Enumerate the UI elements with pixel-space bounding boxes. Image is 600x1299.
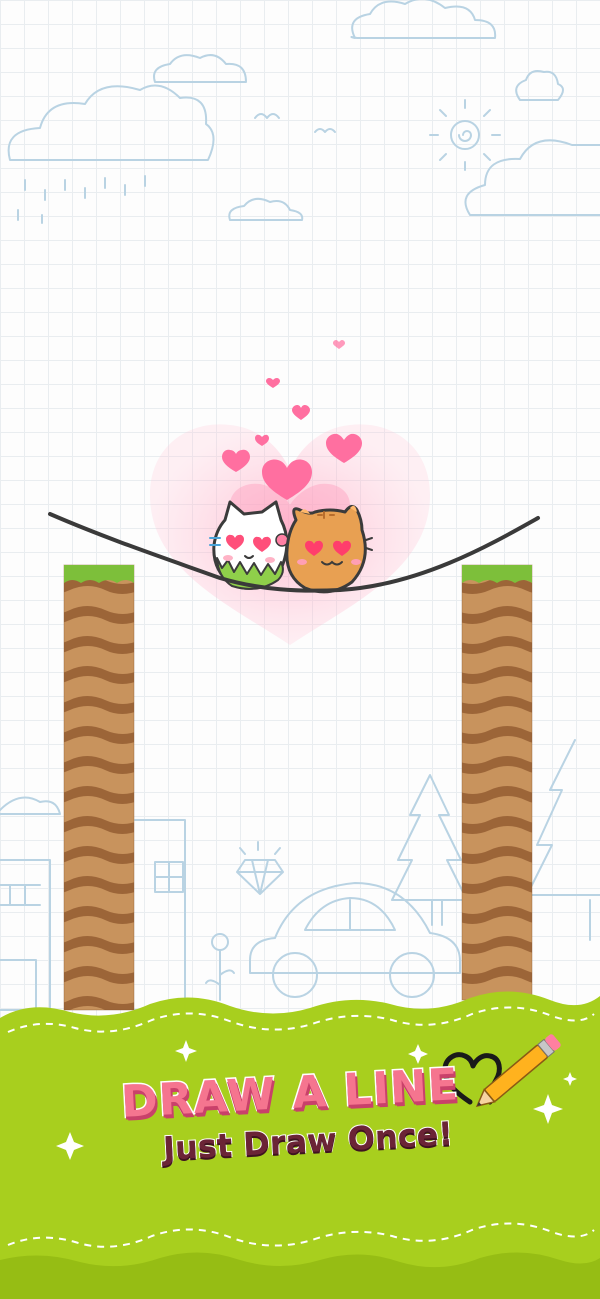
rain-drops [17,175,146,224]
heart-icon [266,378,280,388]
right-pillar [461,564,533,1001]
heart-icon [333,340,345,349]
heart-icon [292,405,310,420]
diamond-icon [236,841,284,895]
game-stage[interactable]: DRAW A LINE Just Draw Once! [0,0,600,1299]
cloud-icon [7,0,600,221]
left-pillar [63,564,135,1011]
bird-icon [254,113,336,133]
sun-icon [429,99,501,171]
flower-icon [205,933,235,1001]
